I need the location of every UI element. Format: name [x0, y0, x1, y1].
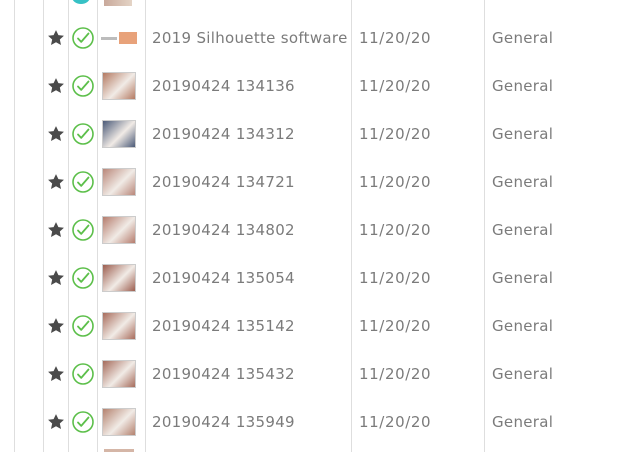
- thumbnail[interactable]: [100, 302, 138, 350]
- table-row[interactable]: 20190424 134802 11/20/20 General: [0, 206, 639, 254]
- table-row[interactable]: 20190424 135142 11/20/20 General: [0, 302, 639, 350]
- thumbnail: [104, 0, 132, 6]
- star-icon[interactable]: [44, 206, 68, 254]
- thumbnail[interactable]: [100, 254, 138, 302]
- thumbnail[interactable]: [100, 110, 138, 158]
- table-row[interactable]: 20190424 135432 11/20/20 General: [0, 350, 639, 398]
- file-name[interactable]: 20190424 135949: [152, 398, 348, 446]
- check-circle-icon: [69, 206, 96, 254]
- star-icon[interactable]: [44, 62, 68, 110]
- check-circle-icon: [69, 398, 96, 446]
- star-icon[interactable]: [44, 14, 68, 62]
- thumbnail[interactable]: [100, 62, 138, 110]
- file-date: 11/20/20: [359, 77, 432, 95]
- file-name[interactable]: 20190424 135432: [152, 350, 348, 398]
- star-icon[interactable]: [44, 350, 68, 398]
- file-type: General: [492, 125, 554, 143]
- file-type: General: [492, 221, 554, 239]
- file-date: 11/20/20: [359, 221, 432, 239]
- file-name[interactable]: 20190424 134721: [152, 158, 348, 206]
- thumbnail[interactable]: [100, 350, 138, 398]
- table-row[interactable]: 20190424 135054 11/20/20 General: [0, 254, 639, 302]
- file-name[interactable]: 20190424 134136: [152, 62, 348, 110]
- star-icon[interactable]: [44, 110, 68, 158]
- file-type: General: [492, 29, 554, 47]
- file-date: 11/20/20: [359, 269, 432, 287]
- table-row[interactable]: 20190424 134136 11/20/20 General: [0, 62, 639, 110]
- file-list: 2019 Silhouette software 11/20/20 General 2…: [0, 0, 639, 452]
- table-row[interactable]: 2019 Silhouette software 11/20/20 General: [0, 14, 639, 62]
- check-circle-icon: [69, 14, 96, 62]
- check-circle-icon: [69, 110, 96, 158]
- file-date: 11/20/20: [359, 29, 432, 47]
- file-name[interactable]: 20190424 134802: [152, 206, 348, 254]
- file-name[interactable]: 20190424 135142: [152, 302, 348, 350]
- thumbnail[interactable]: [100, 158, 138, 206]
- file-type: General: [492, 317, 554, 335]
- file-date: 11/20/20: [359, 413, 432, 431]
- table-row[interactable]: 20190424 134312 11/20/20 General: [0, 110, 639, 158]
- check-circle-icon: [69, 302, 96, 350]
- file-name[interactable]: 2019 Silhouette software: [152, 14, 348, 62]
- file-date: 11/20/20: [359, 365, 432, 383]
- file-type: General: [492, 173, 554, 191]
- thumbnail[interactable]: [100, 14, 138, 62]
- thumbnail[interactable]: [100, 398, 138, 446]
- file-type: General: [492, 365, 554, 383]
- file-name[interactable]: 20190424 134312: [152, 110, 348, 158]
- star-icon[interactable]: [44, 158, 68, 206]
- file-date: 11/20/20: [359, 173, 432, 191]
- file-type: General: [492, 413, 554, 431]
- check-circle-icon: [69, 254, 96, 302]
- table-row[interactable]: 20190424 135949 11/20/20 General: [0, 398, 639, 446]
- check-circle-icon: [69, 350, 96, 398]
- check-circle-icon: [69, 158, 96, 206]
- file-name[interactable]: 20190424 135054: [152, 254, 348, 302]
- thumbnail[interactable]: [100, 206, 138, 254]
- star-icon[interactable]: [44, 254, 68, 302]
- star-icon[interactable]: [44, 302, 68, 350]
- star-icon[interactable]: [44, 398, 68, 446]
- file-type: General: [492, 269, 554, 287]
- table-row[interactable]: 20190424 134721 11/20/20 General: [0, 158, 639, 206]
- check-circle-icon: [72, 0, 90, 4]
- check-circle-icon: [69, 62, 96, 110]
- file-date: 11/20/20: [359, 125, 432, 143]
- partial-row-above: [0, 0, 639, 10]
- file-date: 11/20/20: [359, 317, 432, 335]
- file-type: General: [492, 77, 554, 95]
